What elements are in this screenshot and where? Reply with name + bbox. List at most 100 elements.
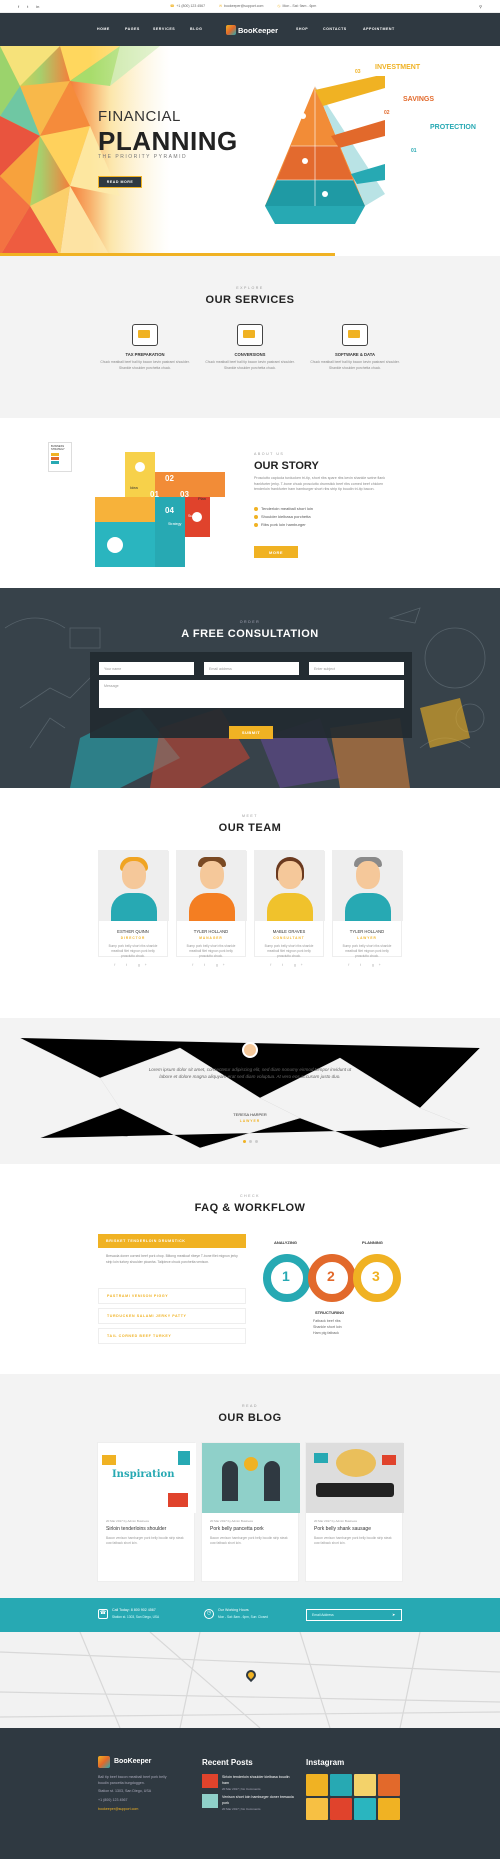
post-desc: Bacon venison hamburger pork belly boudi… [106, 1536, 184, 1545]
avatar-face [122, 861, 146, 889]
testimonial-section: Lorem ipsum dolor sit amet, consectetur … [0, 1018, 500, 1164]
hero-slider: FINANCIAL PLANNING THE PRIORITY PYRAMID … [0, 46, 500, 256]
decor [178, 1451, 190, 1465]
member-social-icons[interactable]: f t g+ [255, 963, 323, 967]
member-desc: Bump pork belly short ribs shankle meatb… [264, 944, 314, 958]
send-icon[interactable]: ➤ [392, 1612, 395, 1617]
workflow-bullet: Ham pig fatback [313, 1331, 339, 1335]
submit-button[interactable]: SUBMIT [229, 726, 273, 739]
facebook-icon[interactable]: f [18, 4, 19, 9]
faq-item[interactable]: PASTRAMI VENISON PIGGY [98, 1288, 246, 1304]
faq-open-item[interactable]: BRISKET TENDERLOIN DRUMSTICK [98, 1234, 246, 1248]
pyramid-number-3: 03 [355, 69, 361, 75]
recent-post-title[interactable]: Sirloin tenderloin shoulder kielbasa bou… [222, 1774, 294, 1786]
step-number-1: 01 [150, 490, 159, 499]
faq-item[interactable]: TAIL CORNED BEEF TURKEY [98, 1328, 246, 1344]
story-more-button[interactable]: MORE [254, 546, 298, 558]
instagram-photo[interactable] [306, 1774, 328, 1796]
service-tax-preparation[interactable]: TAX PREPARATION Chuck meatball beef ball… [100, 324, 190, 371]
recent-post-thumb[interactable] [202, 1794, 218, 1808]
team-title: OUR TEAM [218, 822, 282, 834]
nav-home[interactable]: HOME [97, 27, 110, 31]
member-social-icons[interactable]: f t g+ [177, 963, 245, 967]
member-role: LAWYER [357, 936, 377, 940]
post-title[interactable]: Sirloin tenderloins shoulder [106, 1526, 186, 1532]
blog-post[interactable]: 20 Mar 2017 by Admin Business Pork belly… [201, 1442, 300, 1582]
nav-pages[interactable]: PAGES [125, 27, 140, 31]
post-title[interactable]: Pork belly pancetta pork [210, 1526, 290, 1532]
team-card[interactable]: TYLER HOLLAND LAWYER Bump pork belly sho… [332, 850, 403, 967]
recent-post-thumb[interactable] [202, 1774, 218, 1788]
recent-post-title[interactable]: Venison short loin hamburger doner bresa… [222, 1794, 294, 1806]
service-conversions[interactable]: CONVERSIONS Chuck meatball beef ball tip… [205, 324, 295, 371]
footer-email[interactable]: bookeeper@support.com [98, 1806, 138, 1812]
social-links: f t in [18, 4, 39, 9]
blog-section: READ OUR BLOG Inspiration 20 Mar 2017 by… [0, 1374, 500, 1598]
topbar-hours: ◷ Mon - Sat: 9am - 6pm [277, 4, 317, 8]
message-textarea[interactable]: Message [99, 680, 404, 708]
hero-subtitle: THE PRIORITY PYRAMID [98, 154, 188, 160]
faq-section: CHECK FAQ & WORKFLOW BRISKET TENDERLOIN … [0, 1164, 500, 1374]
monitor-icon [342, 324, 368, 346]
instagram-photo[interactable] [306, 1798, 328, 1820]
member-role: MANAGER [199, 936, 223, 940]
email-input[interactable]: Email address [204, 662, 299, 675]
testimonial-dots[interactable] [243, 1140, 258, 1143]
linkedin-icon[interactable]: in [36, 4, 39, 9]
post-desc: Bacon venison hamburger pork belly boudi… [210, 1536, 288, 1545]
team-card[interactable]: MABLE GRAVES CONSULTANT Bump pork belly … [254, 850, 325, 967]
faq-item[interactable]: TURDUCKEN SALAMI JERKY PATTY [98, 1308, 246, 1324]
instagram-photo[interactable] [330, 1774, 352, 1796]
team-card[interactable]: TYLER HOLLAND MANAGER Bump pork belly sh… [176, 850, 247, 967]
testimonial-quote: Lorem ipsum dolor sit amet, consectetur … [148, 1067, 352, 1079]
blog-kicker: READ [242, 1404, 258, 1408]
instagram-photo[interactable] [354, 1798, 376, 1820]
avatar-body [267, 893, 313, 921]
twitter-icon[interactable]: t [27, 4, 28, 9]
dot[interactable] [255, 1140, 258, 1143]
post-desc: Bacon venison hamburger pork belly boudi… [314, 1536, 392, 1545]
service-software-data[interactable]: SOFTWARE & DATA Chuck meatball beef ball… [310, 324, 400, 371]
map[interactable] [0, 1632, 500, 1728]
post-title[interactable]: Pork belly shank sausage [314, 1526, 394, 1532]
workflow-step-2: 2 [327, 1268, 335, 1284]
topbar-email[interactable]: ✉ bookeeper@support.com [219, 4, 263, 8]
decor [168, 1493, 188, 1507]
blog-image [306, 1443, 404, 1513]
cta-hours: Our Working Hours [218, 1608, 249, 1612]
newsletter-email-input[interactable]: Email Address [306, 1609, 402, 1621]
instagram-photo[interactable] [378, 1798, 400, 1820]
consult-kicker: ORDER [239, 620, 261, 624]
logo[interactable]: BooKeeper [226, 23, 278, 37]
dot[interactable] [249, 1140, 252, 1143]
instagram-photo[interactable] [378, 1774, 400, 1796]
nav-services[interactable]: SERVICES [153, 27, 175, 31]
decor [314, 1453, 328, 1463]
story-title: OUR STORY [254, 460, 319, 472]
footer-logo-text[interactable]: BooKeeper [114, 1758, 151, 1765]
dot-active[interactable] [243, 1140, 246, 1143]
footer-address: Station st. 1303, San Diego, USA [98, 1789, 152, 1793]
nav-contacts[interactable]: CONTACTS [323, 27, 347, 31]
avatar [255, 851, 325, 921]
name-input[interactable]: Your name [99, 662, 194, 675]
bullet-icon [254, 514, 258, 519]
blog-post[interactable]: 20 Mar 2017 by Admin Business Pork belly… [305, 1442, 404, 1582]
instagram-photo[interactable] [330, 1798, 352, 1820]
search-icon[interactable]: ⚲ [479, 4, 482, 9]
workflow-analyzing: ANALYZING [274, 1240, 297, 1245]
subject-input[interactable]: Enter subject [309, 662, 404, 675]
member-social-icons[interactable]: f t g+ [333, 963, 401, 967]
instagram-photo[interactable] [354, 1774, 376, 1796]
nav-blog[interactable]: BLOG [190, 27, 202, 31]
member-role: CONSULTANT [273, 936, 305, 940]
nav-appointment[interactable]: APPOINTMENT [363, 27, 395, 31]
blog-post[interactable]: Inspiration 20 Mar 2017 by Admin Busines… [97, 1442, 196, 1582]
workflow-structuring: STRUCTURING [315, 1310, 345, 1315]
team-card[interactable]: ESTHER QUINN DIRECTOR Bump pork belly sh… [98, 850, 169, 967]
recent-post-meta: 20 Mar 2017 | No Comments [222, 1807, 261, 1811]
read-more-button[interactable]: READ MORE [98, 176, 142, 188]
story-bullet: Tenderloin meatball short loin [254, 506, 313, 511]
member-social-icons[interactable]: f t g+ [99, 963, 167, 967]
nav-shop[interactable]: SHOP [296, 27, 308, 31]
